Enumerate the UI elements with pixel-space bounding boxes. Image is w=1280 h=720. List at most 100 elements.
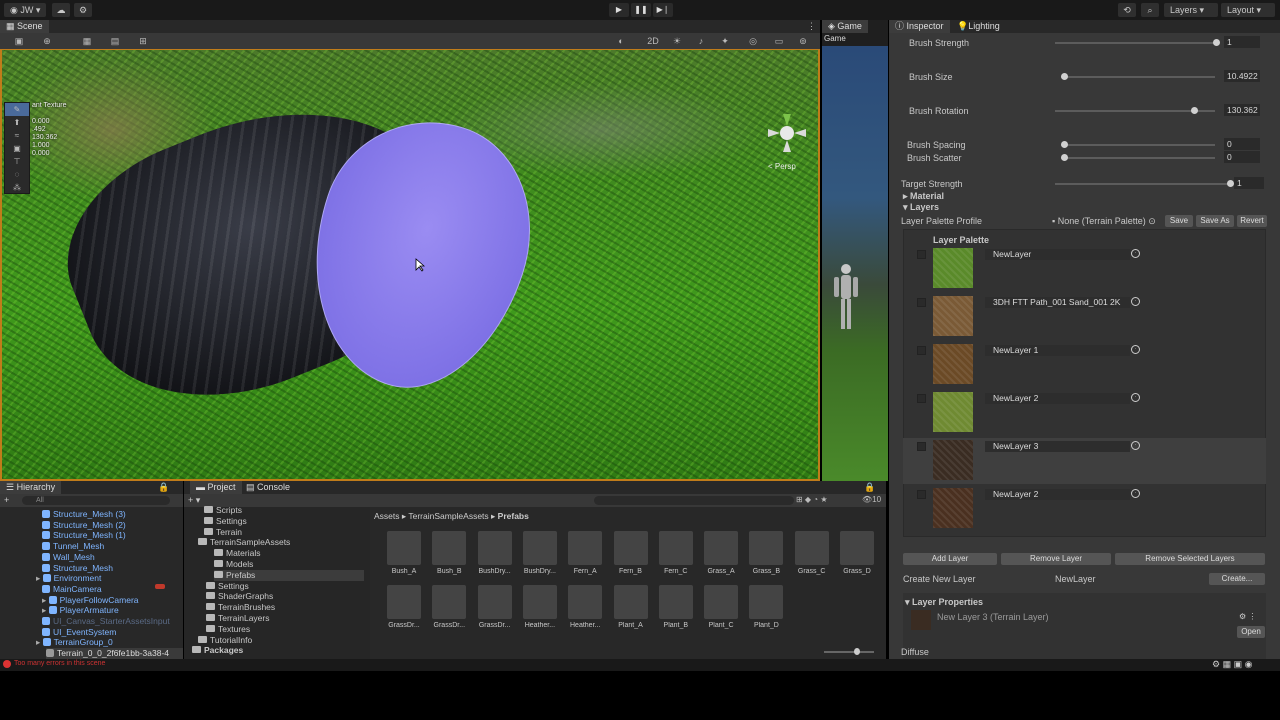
folder-item[interactable]: ShaderGraphs bbox=[206, 591, 273, 602]
create-button[interactable]: Create... bbox=[1209, 573, 1265, 585]
asset-item[interactable]: Fern_C bbox=[656, 531, 696, 575]
brush-size-field[interactable]: 10.4922 bbox=[1224, 70, 1260, 82]
object-picker-icon[interactable]: · bbox=[1131, 489, 1140, 498]
layer-select-checkbox[interactable] bbox=[917, 250, 926, 259]
2d-toggle-button[interactable]: 2D bbox=[644, 35, 662, 47]
raise-lower-icon[interactable]: ⬆ bbox=[5, 116, 29, 129]
status-message[interactable]: Too many errors in this scene bbox=[14, 660, 105, 667]
brush-strength-field[interactable]: 1 bbox=[1224, 36, 1260, 48]
collab-icon[interactable]: ⚙ bbox=[74, 3, 92, 17]
asset-item[interactable]: Fern_B bbox=[611, 531, 651, 575]
stamp-icon[interactable]: ▣ bbox=[5, 142, 29, 155]
layer-row[interactable]: NewLayer 2 · bbox=[903, 486, 1266, 532]
asset-item[interactable]: Plant_B bbox=[656, 585, 696, 629]
draw-mode-icon[interactable]: ▣ bbox=[12, 35, 26, 47]
folder-item[interactable]: Materials bbox=[214, 548, 260, 559]
lock-icon[interactable]: 🔒 bbox=[864, 482, 875, 493]
layer-select-checkbox[interactable] bbox=[917, 394, 926, 403]
hierarchy-item[interactable]: Terrain_0_0_2f6fe1bb-3a38-4 bbox=[46, 648, 183, 659]
hierarchy-item[interactable]: MainCamera bbox=[42, 584, 102, 595]
asset-item[interactable]: Bush_B bbox=[429, 531, 469, 575]
layer-row[interactable]: NewLayer 3 · bbox=[903, 438, 1266, 484]
slider-knob[interactable] bbox=[1213, 39, 1220, 46]
remove-selected-layers-button[interactable]: Remove Selected Layers bbox=[1115, 553, 1265, 565]
hierarchy-item[interactable]: UI_Canvas_StarterAssetsInput bbox=[42, 616, 170, 627]
asset-item[interactable]: Plant_A bbox=[611, 585, 651, 629]
layer-select-checkbox[interactable] bbox=[917, 442, 926, 451]
folder-item[interactable]: Scripts bbox=[204, 505, 242, 516]
game-display-dropdown[interactable]: Game bbox=[824, 34, 846, 43]
play-button[interactable]: ▶ bbox=[609, 3, 629, 17]
object-picker-icon[interactable]: · bbox=[1131, 393, 1140, 402]
layer-name-field[interactable]: NewLayer bbox=[985, 249, 1130, 260]
hierarchy-item[interactable]: ▸ TerrainGroup_0 bbox=[36, 637, 113, 648]
hierarchy-item[interactable]: Structure_Mesh (3) bbox=[42, 509, 126, 520]
tab-hierarchy[interactable]: ☰ Hierarchy bbox=[0, 481, 62, 494]
tab-inspector[interactable]: ⓘ Inspector bbox=[889, 20, 950, 33]
brush-spacing-slider[interactable] bbox=[1061, 141, 1215, 148]
slider-knob[interactable] bbox=[1061, 141, 1068, 148]
layer-row[interactable]: NewLayer 2 · bbox=[903, 390, 1266, 436]
object-picker-icon[interactable]: · bbox=[1131, 249, 1140, 258]
brush-scatter-field[interactable]: 0 bbox=[1224, 151, 1260, 163]
asset-item[interactable]: Plant_C bbox=[701, 585, 741, 629]
breadcrumb-prefabs[interactable]: Prefabs bbox=[498, 511, 529, 521]
hidden-objects-icon[interactable]: ◎ bbox=[746, 35, 760, 47]
search-icon[interactable]: ⌕ bbox=[1141, 3, 1159, 17]
folder-item[interactable]: Settings bbox=[204, 516, 247, 527]
brush-spacing-field[interactable]: 0 bbox=[1224, 138, 1260, 150]
remove-layer-button[interactable]: Remove Layer bbox=[1001, 553, 1111, 565]
expand-arrow-icon[interactable]: ▸ bbox=[36, 573, 43, 583]
tab-scene[interactable]: ▦ Scene bbox=[0, 20, 49, 33]
tab-lighting[interactable]: 💡Lighting bbox=[951, 20, 1006, 33]
folder-item[interactable]: TerrainSampleAssets bbox=[198, 537, 290, 548]
target-strength-slider[interactable] bbox=[1055, 180, 1234, 187]
material-foldout[interactable]: ▸ Material bbox=[903, 191, 944, 202]
folder-item[interactable]: TerrainBrushes bbox=[206, 602, 275, 613]
layer-properties-foldout[interactable]: ▾ Layer Properties bbox=[905, 597, 983, 608]
hierarchy-item[interactable]: Wall_Mesh bbox=[42, 552, 95, 563]
folder-item[interactable]: TerrainLayers bbox=[206, 613, 270, 624]
layer-name-field[interactable]: 3DH FTT Path_001 Sand_001 2K bbox=[985, 297, 1130, 308]
slider-knob[interactable] bbox=[1061, 154, 1068, 161]
layer-row[interactable]: NewLayer 1 · bbox=[903, 342, 1266, 388]
brush-size-slider[interactable] bbox=[1061, 73, 1215, 80]
palette-profile-field[interactable]: ▪ None (Terrain Palette) ⊙ bbox=[1052, 216, 1156, 227]
layer-name-field[interactable]: NewLayer 2 bbox=[985, 393, 1130, 404]
brush-strength-slider[interactable] bbox=[1055, 39, 1220, 46]
layer-select-checkbox[interactable] bbox=[917, 490, 926, 499]
scene-viewport[interactable]: ✎ ⬆ ≈ ▣ ⊤ ◌ ⁂ ant Texture 0.000 .492 130… bbox=[0, 49, 820, 481]
slider-knob[interactable] bbox=[854, 648, 860, 655]
asset-item[interactable]: BushDry... bbox=[520, 531, 560, 575]
grid-snap-icon[interactable]: ▦ bbox=[80, 35, 94, 47]
object-picker-icon[interactable]: · bbox=[1131, 297, 1140, 306]
folder-item[interactable]: Terrain bbox=[204, 527, 242, 538]
folder-item[interactable]: Textures bbox=[206, 624, 250, 635]
tab-project[interactable]: ▬ Project bbox=[190, 481, 242, 494]
asset-item[interactable]: Grass_B bbox=[746, 531, 786, 575]
layer-select-checkbox[interactable] bbox=[917, 298, 926, 307]
hierarchy-item[interactable]: ▸ PlayerFollowCamera bbox=[42, 595, 139, 606]
asset-item[interactable]: Grass_C bbox=[792, 531, 832, 575]
brush-scatter-slider[interactable] bbox=[1061, 154, 1215, 161]
revert-button[interactable]: Revert bbox=[1237, 215, 1267, 227]
tab-game[interactable]: ◈ Game bbox=[822, 20, 868, 33]
asset-item[interactable]: GrassDr... bbox=[384, 585, 424, 629]
asset-item[interactable]: GrassDr... bbox=[475, 585, 515, 629]
hierarchy-item[interactable]: ▸ Environment bbox=[36, 573, 101, 584]
asset-item[interactable]: Grass_D bbox=[837, 531, 877, 575]
asset-item[interactable]: Heather... bbox=[565, 585, 605, 629]
create-new-layer-field[interactable]: NewLayer bbox=[1055, 574, 1096, 584]
hierarchy-item[interactable]: ▸ PlayerArmature bbox=[42, 605, 119, 616]
save-as-button[interactable]: Save As bbox=[1196, 215, 1234, 227]
gizmo-toggle-icon[interactable]: ⊕ bbox=[40, 35, 54, 47]
hierarchy-item[interactable]: Structure_Mesh (1) bbox=[42, 530, 126, 541]
holes-icon[interactable]: ◌ bbox=[5, 168, 29, 181]
slider-knob[interactable] bbox=[1191, 107, 1198, 114]
persp-label[interactable]: < Persp bbox=[768, 162, 796, 171]
add-icon[interactable]: + ▾ bbox=[188, 495, 200, 506]
add-icon[interactable]: + bbox=[4, 495, 9, 505]
snap-increment-icon[interactable]: ▤ bbox=[108, 35, 122, 47]
folder-item[interactable]: Settings bbox=[206, 581, 249, 592]
breadcrumb-assets[interactable]: Assets bbox=[374, 511, 400, 521]
